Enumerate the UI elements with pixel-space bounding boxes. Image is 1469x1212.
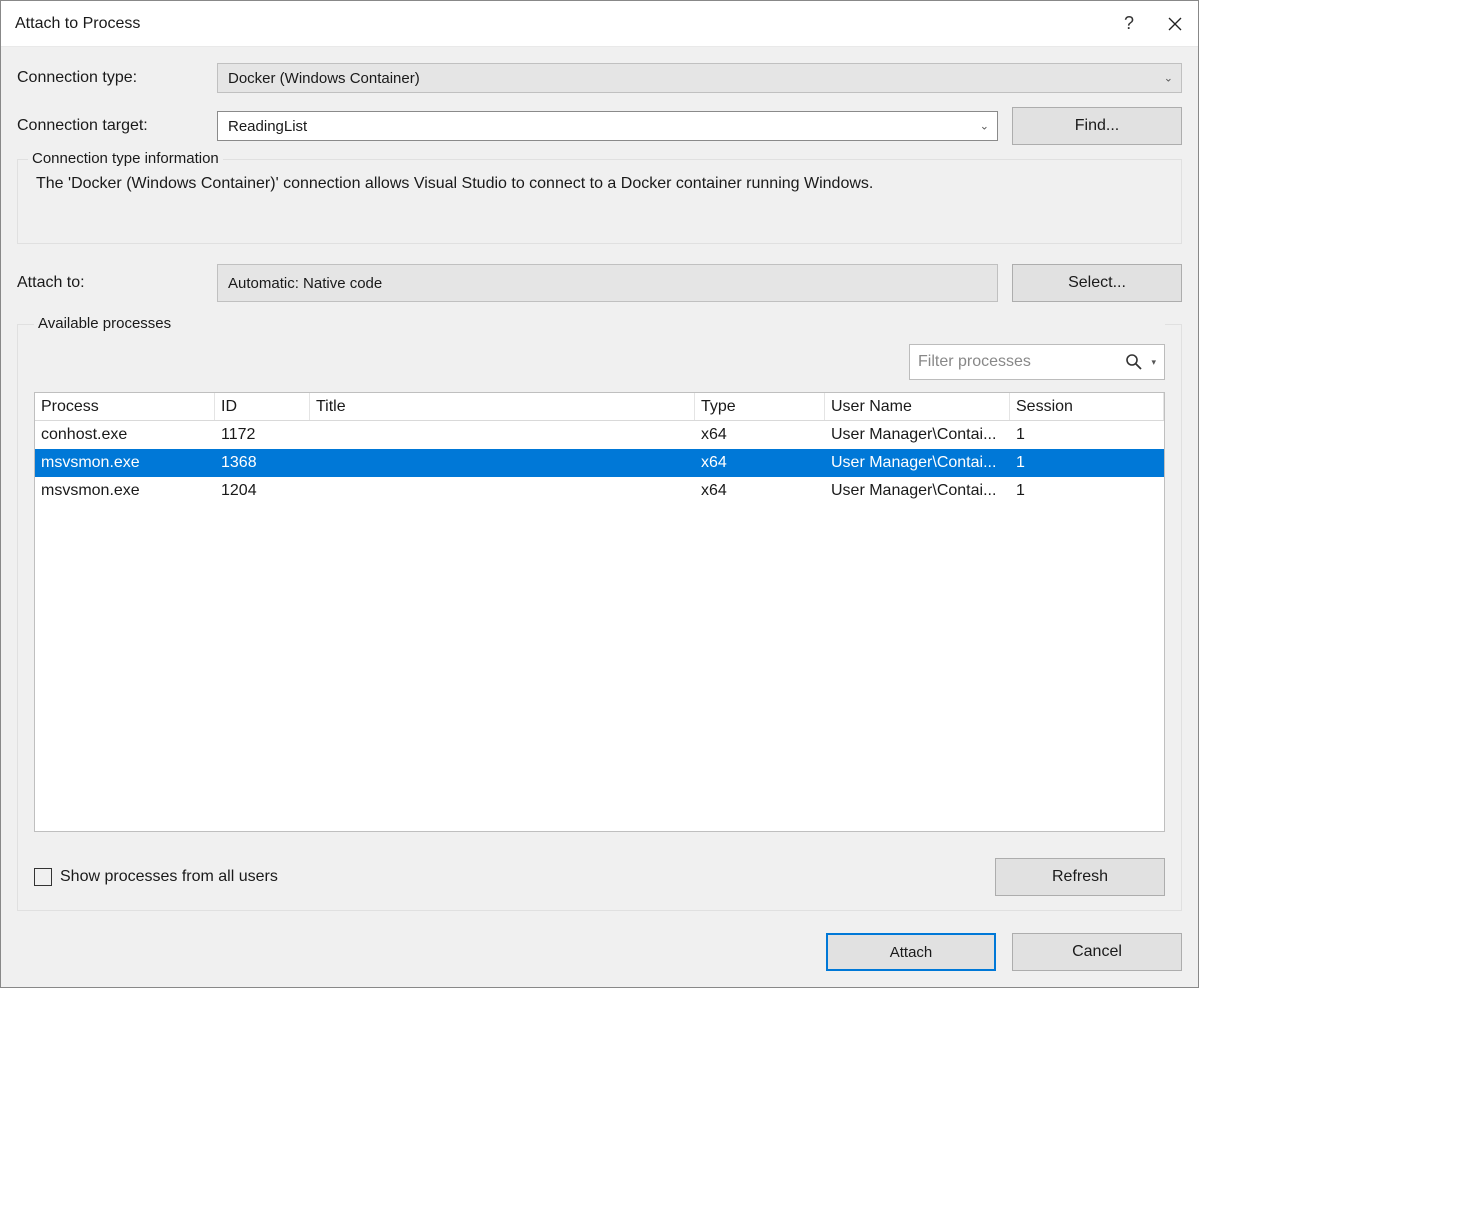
close-button[interactable]	[1152, 1, 1198, 47]
chevron-down-icon: ⌄	[980, 120, 989, 133]
table-header: Process ID Title Type User Name Session	[35, 393, 1164, 421]
cell-user: User Manager\Contai...	[825, 426, 1010, 444]
cell-session: 1	[1010, 426, 1164, 444]
table-row[interactable]: msvsmon.exe1204 x64User Manager\Contai...…	[35, 477, 1164, 505]
cell-process: msvsmon.exe	[35, 454, 215, 472]
available-processes-legend: Available processes	[34, 315, 1165, 332]
col-user[interactable]: User Name	[825, 393, 1010, 420]
connection-type-label: Connection type:	[17, 69, 217, 87]
cell-user: User Manager\Contai...	[825, 454, 1010, 472]
connection-type-info-legend: Connection type information	[28, 150, 223, 167]
help-button[interactable]: ?	[1106, 1, 1152, 47]
filter-processes-input[interactable]: Filter processes ▾	[909, 344, 1165, 380]
table-body: conhost.exe1172x64User Manager\Contai...…	[35, 421, 1164, 505]
process-table: Process ID Title Type User Name Session …	[34, 392, 1165, 832]
attach-to-process-dialog: Attach to Process ? Connection type: Doc…	[0, 0, 1199, 988]
connection-type-value: Docker (Windows Container)	[228, 70, 420, 87]
table-row[interactable]: msvsmon.exe1368 x64User Manager\Contai...…	[35, 449, 1164, 477]
col-id[interactable]: ID	[215, 393, 310, 420]
connection-target-row: Connection target: ReadingList ⌄ Find...	[17, 107, 1182, 145]
col-title[interactable]: Title	[310, 393, 695, 420]
cell-id: 1204	[215, 482, 310, 500]
cell-id: 1368	[215, 454, 310, 472]
cancel-button[interactable]: Cancel	[1012, 933, 1182, 971]
col-session[interactable]: Session	[1010, 393, 1164, 420]
chevron-down-icon: ▾	[1151, 357, 1156, 368]
attach-to-label: Attach to:	[17, 274, 217, 292]
connection-target-value: ReadingList	[228, 118, 307, 135]
show-all-users-checkbox[interactable]	[34, 868, 52, 886]
col-process[interactable]: Process	[35, 393, 215, 420]
connection-type-info-group: Connection type information The 'Docker …	[17, 159, 1182, 244]
available-processes-group: Available processes Filter processes ▾ P…	[17, 324, 1182, 911]
select-button[interactable]: Select...	[1012, 264, 1182, 302]
cell-type: x64	[695, 454, 825, 472]
cell-session: 1	[1010, 482, 1164, 500]
cell-process: conhost.exe	[35, 426, 215, 444]
bottom-row: Show processes from all users Refresh	[34, 858, 1165, 896]
search-icon	[1125, 353, 1143, 371]
table-row[interactable]: conhost.exe1172 x64User Manager\Contai...…	[35, 421, 1164, 449]
show-all-users-label: Show processes from all users	[60, 868, 278, 886]
filter-placeholder: Filter processes	[918, 353, 1125, 371]
connection-target-input[interactable]: ReadingList ⌄	[217, 111, 998, 141]
connection-type-dropdown[interactable]: Docker (Windows Container) ⌄	[217, 63, 1182, 93]
dialog-body: Connection type: Docker (Windows Contain…	[1, 47, 1198, 987]
title-bar: Attach to Process ?	[1, 1, 1198, 47]
cell-user: User Manager\Contai...	[825, 482, 1010, 500]
cell-session: 1	[1010, 454, 1164, 472]
attach-button[interactable]: Attach	[826, 933, 996, 971]
dialog-buttons: Attach Cancel	[17, 933, 1182, 971]
cell-type: x64	[695, 482, 825, 500]
refresh-button[interactable]: Refresh	[995, 858, 1165, 896]
connection-type-info-text: The 'Docker (Windows Container)' connect…	[28, 175, 1171, 193]
find-button[interactable]: Find...	[1012, 107, 1182, 145]
connection-type-row: Connection type: Docker (Windows Contain…	[17, 63, 1182, 93]
chevron-down-icon: ⌄	[1164, 72, 1173, 85]
cell-process: msvsmon.exe	[35, 482, 215, 500]
col-type[interactable]: Type	[695, 393, 825, 420]
help-icon: ?	[1124, 13, 1134, 34]
close-icon	[1168, 17, 1182, 31]
attach-to-value: Automatic: Native code	[217, 264, 998, 302]
attach-to-row: Attach to: Automatic: Native code Select…	[17, 264, 1182, 302]
connection-target-label: Connection target:	[17, 117, 217, 135]
filter-row: Filter processes ▾	[34, 344, 1165, 380]
window-title: Attach to Process	[15, 15, 1106, 33]
cell-type: x64	[695, 426, 825, 444]
cell-id: 1172	[215, 426, 310, 444]
